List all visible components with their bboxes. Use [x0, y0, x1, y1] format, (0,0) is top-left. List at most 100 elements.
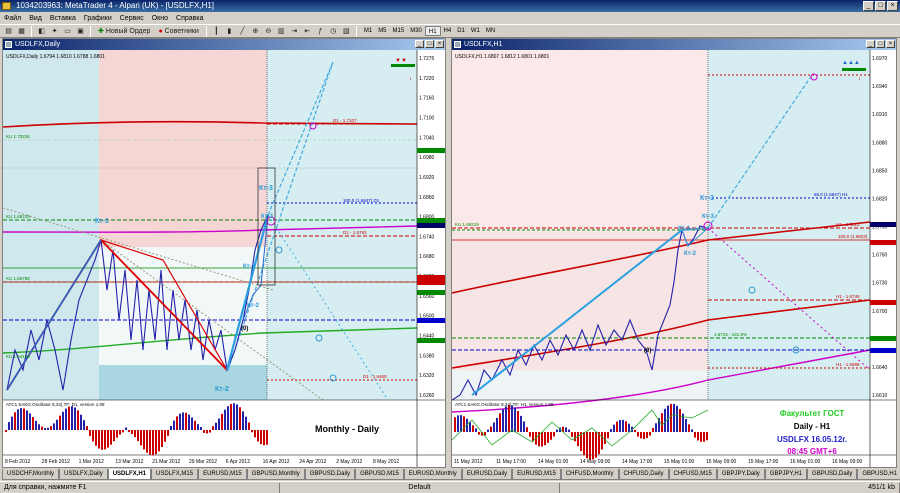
profiles-icon[interactable]: ▦ — [16, 26, 27, 37]
left-kt3b-label: Кт-3 — [261, 214, 274, 220]
right-kt1-label: Кт-1 — [678, 226, 691, 232]
left-kt1-label: Кт-1 — [95, 218, 109, 225]
indicators-icon[interactable]: ƒ — [315, 26, 326, 37]
chart-maximize-button-h1[interactable]: □ — [876, 40, 885, 48]
tile-windows-icon[interactable]: ▥ — [276, 26, 287, 37]
timeframe-h1[interactable]: H1 — [424, 26, 441, 36]
market-watch-icon[interactable]: ◧ — [36, 26, 47, 37]
oscillator-bar — [86, 426, 88, 430]
close-button[interactable]: × — [887, 1, 898, 11]
line-chart-icon[interactable]: ╱ — [237, 26, 248, 37]
left-caption: Monthly - Daily — [315, 424, 379, 434]
chart-tab[interactable]: CHFUSD,Daily — [618, 469, 669, 480]
oscillator-bar — [119, 430, 121, 435]
chart-tab[interactable]: GBPJPY,H1 — [764, 469, 808, 480]
chart-tab[interactable]: CHFUSD,M15 — [668, 469, 717, 480]
chart-shift-icon[interactable]: ⇤ — [302, 26, 313, 37]
oscillator-bar — [77, 410, 79, 430]
oscillator-bar — [146, 430, 148, 453]
chart-tab[interactable]: EURUSD,M15 — [512, 469, 561, 480]
advisors-button[interactable]: ● Советники — [155, 26, 201, 37]
axis-label: 13 Mar 2012 — [115, 459, 143, 465]
timeframe-m5[interactable]: M5 — [375, 26, 389, 36]
timeframe-m15[interactable]: M15 — [390, 26, 408, 36]
tester-icon[interactable]: ▣ — [75, 26, 86, 37]
chart-tab[interactable]: EURUSD,Daily — [461, 469, 513, 480]
left-kt2-label: Кт-2 — [215, 386, 229, 393]
axis-label: 16 May 01:00 — [790, 459, 821, 465]
chart-tab[interactable]: EURUSD,Monthly — [403, 469, 462, 480]
chart-tab[interactable]: GBPUSD,M15 — [355, 469, 404, 480]
menu-item-3[interactable]: Графики — [84, 15, 112, 22]
menu-item-2[interactable]: Вставка — [50, 15, 76, 22]
daily-chart-canvas[interactable]: 1.7275 1.7220 1.7160 1.7100 1.7040 1.6980 1.69… — [3, 50, 445, 467]
oscillator-bar — [203, 430, 205, 433]
terminal-icon[interactable]: ▭ — [62, 26, 73, 37]
maximize-button[interactable]: □ — [875, 1, 886, 11]
chart-tab[interactable]: USDCHF,Monthly — [2, 469, 60, 480]
menu-item-0[interactable]: Файл — [4, 15, 21, 22]
zoom-in-icon[interactable]: ⊕ — [250, 26, 261, 37]
timeframe-mn[interactable]: MN — [483, 26, 498, 36]
oscillator-bar — [511, 405, 513, 432]
oscillator-bar — [604, 432, 606, 444]
timeframe-w1[interactable]: W1 — [468, 26, 483, 36]
menu-item-4[interactable]: Сервис — [120, 15, 144, 22]
oscillator-bar — [230, 403, 232, 430]
periods-icon[interactable]: ◷ — [328, 26, 339, 37]
chart-tab[interactable]: GBPJPY,Daily — [716, 469, 765, 480]
chart-tab[interactable]: GBPUSD,Daily — [807, 469, 858, 480]
oscillator-bar — [74, 407, 76, 430]
chart-tab[interactable]: USDLFX,H1 — [107, 469, 152, 480]
oscillator-bar — [526, 427, 528, 432]
chart-tab[interactable]: GBPUSD,H1 — [857, 469, 900, 480]
chart-tab[interactable]: USDLFX,M15 — [151, 469, 199, 480]
oscillator-bar — [496, 417, 498, 432]
candle-chart-icon[interactable]: ▮ — [224, 26, 235, 37]
new-chart-icon[interactable]: ▤ — [3, 26, 14, 37]
chart-tab[interactable]: EURUSD,M15 — [198, 469, 247, 480]
chart-tab[interactable]: CHFUSD,Monthly — [560, 469, 619, 480]
chart-close-button[interactable]: × — [435, 40, 444, 48]
oscillator-bar — [640, 432, 642, 439]
chart-window-title-h1[interactable]: USDLFX,H1 _ □ × — [452, 39, 896, 50]
axis-label: 6 Apr 2012 — [226, 459, 250, 465]
zoom-out-icon[interactable]: ⊖ — [263, 26, 274, 37]
menu-item-6[interactable]: Справка — [176, 15, 203, 22]
oscillator-bar — [170, 425, 172, 430]
chart-close-button-h1[interactable]: × — [886, 40, 895, 48]
timeframe-m30[interactable]: M30 — [407, 26, 425, 36]
oscillator-bar — [508, 405, 510, 432]
bar-chart-icon[interactable]: ┃ — [211, 26, 222, 37]
left-kk3: KU 1.66788 — [6, 276, 30, 281]
new-order-button[interactable]: ✚ Новый Ордер — [95, 26, 153, 37]
chart-tab[interactable]: GBPUSD,Monthly — [246, 469, 305, 480]
chart-maximize-button[interactable]: □ — [425, 40, 434, 48]
menu-item-5[interactable]: Окно — [152, 15, 168, 22]
timeframe-m1[interactable]: M1 — [361, 26, 375, 36]
oscillator-bar — [571, 432, 573, 437]
oscillator-bar — [457, 415, 459, 432]
chart-tab[interactable]: USDLFX,Daily — [59, 469, 108, 480]
timeframe-h4[interactable]: H4 — [441, 26, 455, 36]
chart-window-title[interactable]: USDLFX,Daily _ □ × — [3, 39, 445, 50]
minimize-button[interactable]: _ — [863, 1, 874, 11]
chart-title-label: USDLFX,Daily — [15, 41, 61, 48]
menu-item-1[interactable]: Вид — [29, 15, 42, 22]
oscillator-bar — [529, 432, 531, 437]
autoscroll-icon[interactable]: ⇥ — [289, 26, 300, 37]
chart-window-usdlfx-daily[interactable]: USDLFX,Daily _ □ × 1.7275 1.7220 1.7160 … — [2, 38, 446, 468]
oscillator-bar — [646, 432, 648, 439]
oscillator-bar — [697, 432, 699, 441]
oscillator-bar — [20, 408, 22, 430]
axis-label: 1.6970 — [872, 56, 888, 62]
templates-icon[interactable]: ▧ — [341, 26, 352, 37]
chart-minimize-button[interactable]: _ — [415, 40, 424, 48]
navigator-icon[interactable]: ✦ — [49, 26, 60, 37]
chart-minimize-button-h1[interactable]: _ — [866, 40, 875, 48]
timeframe-d1[interactable]: D1 — [454, 26, 468, 36]
h1-chart-canvas[interactable]: 1.6970 1.6940 1.6910 1.6880 1.6850 1.6820 1.67… — [452, 50, 896, 467]
chart-window-usdlfx-h1[interactable]: USDLFX,H1 _ □ × 1.6970 1.6940 1.6910 1.6… — [451, 38, 897, 468]
chart-tab[interactable]: GBPUSD,Daily — [304, 469, 356, 480]
oscillator-bar — [8, 422, 10, 430]
